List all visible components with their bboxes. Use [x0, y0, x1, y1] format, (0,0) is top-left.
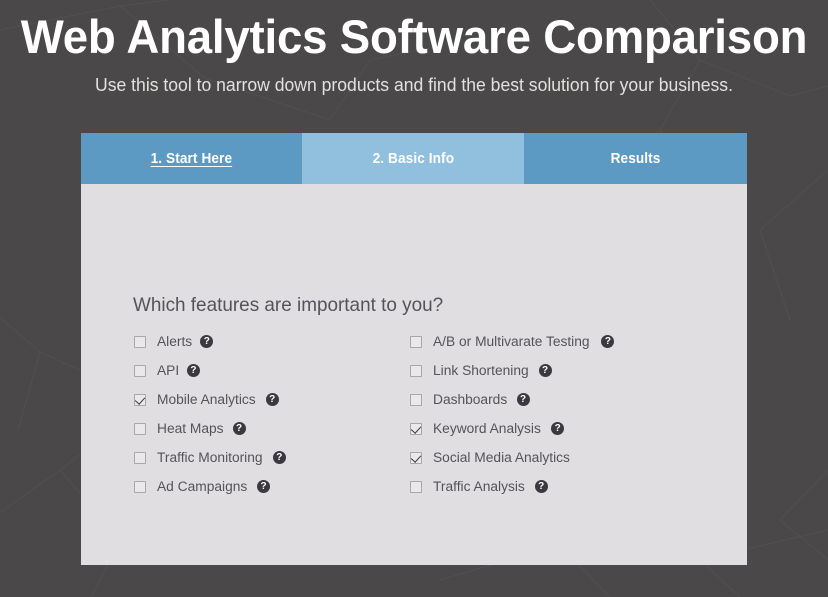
- feature-row[interactable]: Alerts?: [134, 327, 410, 356]
- feature-label: Mobile Analytics: [157, 391, 256, 408]
- feature-row[interactable]: Traffic Monitoring?: [134, 443, 410, 472]
- help-icon[interactable]: ?: [186, 364, 200, 377]
- feature-label: Social Media Analytics: [433, 449, 570, 466]
- question-title: Which features are important to you?: [133, 294, 444, 316]
- feature-label: Keyword Analysis: [433, 420, 541, 437]
- feature-label: A/B or Multivarate Testing: [433, 333, 590, 350]
- feature-checkbox[interactable]: [410, 393, 422, 406]
- tab-start-here-label: 1. Start Here: [150, 150, 233, 167]
- tab-strip: 1. Start Here 2. Basic Info Results: [81, 133, 747, 184]
- feature-columns: Alerts? API? Mobile Analytics? Heat Maps? Tr…: [81, 327, 747, 501]
- help-icon[interactable]: ?: [200, 335, 214, 348]
- feature-column-left: Alerts? API? Mobile Analytics? Heat Maps? Tr…: [134, 327, 410, 501]
- help-icon[interactable]: ?: [272, 451, 286, 464]
- feature-row[interactable]: API?: [134, 356, 410, 385]
- feature-row[interactable]: Heat Maps?: [134, 414, 410, 443]
- feature-row[interactable]: A/B or Multivarate Testing?: [410, 327, 690, 356]
- feature-column-right: A/B or Multivarate Testing? Link Shorteni…: [410, 327, 690, 501]
- help-icon[interactable]: ?: [265, 393, 279, 406]
- feature-row[interactable]: Keyword Analysis?: [410, 414, 690, 443]
- feature-label: Link Shortening: [433, 362, 529, 379]
- wizard-body: Which features are important to you? Ale…: [81, 184, 747, 565]
- feature-label: Traffic Monitoring: [157, 449, 263, 466]
- feature-checkbox[interactable]: [134, 393, 146, 406]
- tab-basic-info-label: 2. Basic Info: [372, 150, 454, 167]
- feature-label: Traffic Analysis: [433, 478, 525, 495]
- feature-label: API: [157, 362, 180, 379]
- feature-row[interactable]: Social Media Analytics: [410, 443, 690, 472]
- tab-results-label: Results: [610, 150, 661, 167]
- feature-label: Ad Campaigns: [157, 478, 248, 495]
- help-icon[interactable]: ?: [551, 422, 565, 435]
- wizard-panel: 1. Start Here 2. Basic Info Results Whic…: [81, 133, 747, 565]
- feature-label: Heat Maps: [157, 420, 224, 437]
- tab-start-here[interactable]: 1. Start Here: [81, 133, 302, 184]
- page-subtitle: Use this tool to narrow down products an…: [95, 74, 733, 95]
- feature-checkbox[interactable]: [134, 422, 146, 435]
- tab-basic-info[interactable]: 2. Basic Info: [302, 133, 524, 184]
- help-icon[interactable]: ?: [516, 393, 530, 406]
- feature-row[interactable]: Ad Campaigns?: [134, 472, 410, 501]
- feature-checkbox[interactable]: [134, 480, 146, 493]
- feature-checkbox[interactable]: [410, 422, 422, 435]
- help-icon[interactable]: ?: [534, 480, 548, 493]
- help-icon[interactable]: ?: [538, 364, 552, 377]
- feature-checkbox[interactable]: [134, 451, 146, 464]
- help-icon[interactable]: ?: [601, 335, 615, 348]
- feature-row[interactable]: Dashboards?: [410, 385, 690, 414]
- feature-checkbox[interactable]: [134, 335, 146, 348]
- page-header: Web Analytics Software Comparison Use th…: [0, 0, 828, 98]
- feature-checkbox[interactable]: [410, 364, 422, 377]
- feature-label: Dashboards: [433, 391, 508, 408]
- feature-label: Alerts: [157, 333, 193, 350]
- feature-checkbox[interactable]: [410, 335, 422, 348]
- help-icon[interactable]: ?: [232, 422, 246, 435]
- help-icon[interactable]: ?: [257, 480, 271, 493]
- page-title: Web Analytics Software Comparison: [20, 10, 808, 63]
- feature-checkbox[interactable]: [134, 364, 146, 377]
- feature-row[interactable]: Link Shortening?: [410, 356, 690, 385]
- feature-checkbox[interactable]: [410, 451, 422, 464]
- feature-checkbox[interactable]: [410, 480, 422, 493]
- feature-row[interactable]: Traffic Analysis?: [410, 472, 690, 501]
- feature-row[interactable]: Mobile Analytics?: [134, 385, 410, 414]
- tab-results[interactable]: Results: [524, 133, 747, 184]
